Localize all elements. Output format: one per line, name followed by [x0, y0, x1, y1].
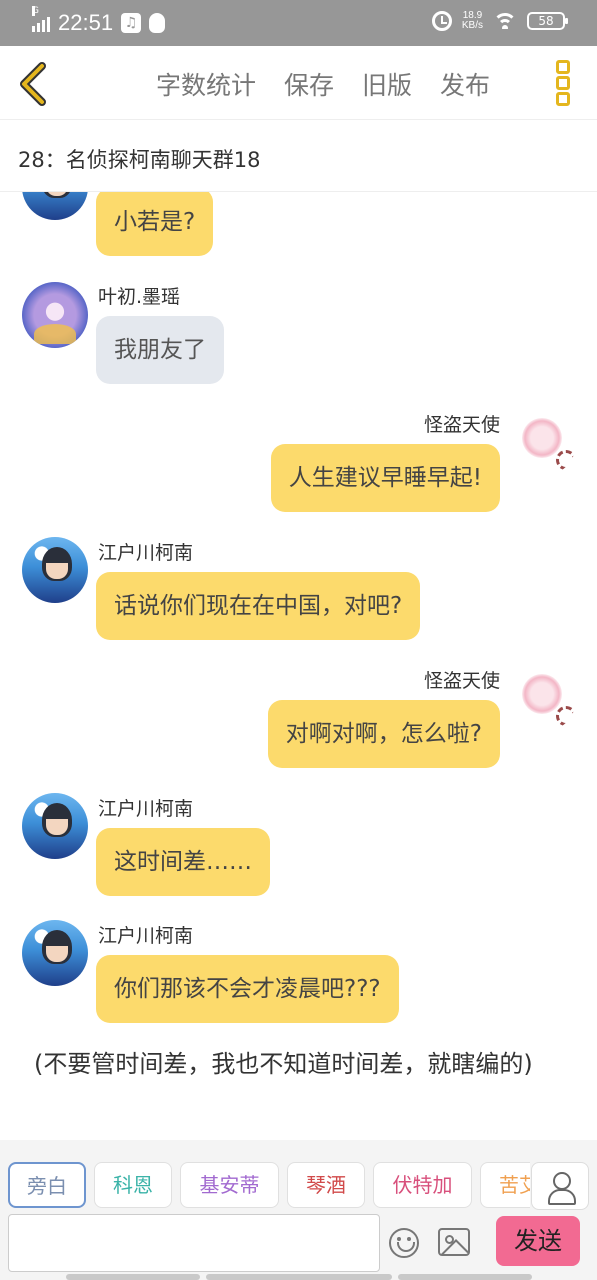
role-vermouth[interactable]: 苦艾	[480, 1162, 530, 1208]
status-right: 18.9 KB/s 58	[431, 10, 568, 31]
sender-name: 江户川柯南	[98, 798, 194, 820]
more-dot-icon	[556, 60, 570, 74]
signal-icon: G	[32, 6, 50, 32]
sender-name: 怪盗天使	[423, 414, 500, 436]
publish-button[interactable]: 发布	[440, 66, 490, 102]
image-icon[interactable]	[438, 1228, 470, 1256]
role-vodka[interactable]: 伏特加	[373, 1162, 472, 1208]
top-toolbar: 字数统计 保存 旧版 发布	[0, 46, 597, 120]
battery-icon: 58	[527, 12, 568, 30]
network-speed: 18.9 KB/s	[461, 10, 483, 31]
emoji-icon[interactable]	[389, 1228, 419, 1258]
nav-indicator	[206, 1274, 392, 1280]
message-bubble[interactable]: 你们那该不会才凌晨吧???	[96, 955, 399, 1023]
message-bubble[interactable]: 人生建议早睡早起!	[270, 444, 500, 512]
person-icon[interactable]	[531, 1162, 589, 1210]
conan-avatar[interactable]	[22, 920, 88, 986]
music-icon: ♫	[121, 13, 142, 33]
more-menu-button[interactable]	[556, 60, 572, 106]
more-dot-icon	[556, 76, 570, 90]
message-bubble[interactable]: 话说你们现在在中国，对吧?	[96, 572, 421, 640]
message-input[interactable]	[8, 1214, 380, 1272]
sender-name: 怪盗天使	[423, 670, 500, 692]
wifi-icon	[493, 13, 517, 29]
sender-name: 江户川柯南	[98, 542, 194, 564]
message-bubble[interactable]: 这时间差……	[96, 828, 270, 896]
chevron-left-icon	[20, 62, 46, 106]
chat-title: 28：名侦探柯南聊天群18	[0, 120, 597, 192]
qq-icon	[149, 13, 166, 33]
kid-avatar[interactable]	[510, 410, 576, 476]
role-narrator[interactable]: 旁白	[8, 1162, 86, 1208]
back-button[interactable]	[14, 62, 54, 106]
kid-avatar[interactable]	[510, 666, 576, 732]
narration-text[interactable]: (不要管时间差，我也不知道时间差，就瞎编的)	[34, 1048, 574, 1080]
role-chianti[interactable]: 基安蒂	[180, 1162, 279, 1208]
input-panel: 旁白 科恩 基安蒂 琴酒 伏特加 苦艾 发送	[0, 1140, 597, 1280]
ye-avatar[interactable]	[22, 282, 88, 348]
role-korn[interactable]: 科恩	[94, 1162, 172, 1208]
alarm-icon	[431, 11, 452, 31]
role-selector: 旁白 科恩 基安蒂 琴酒 伏特加 苦艾	[8, 1162, 530, 1210]
save-button[interactable]: 保存	[284, 66, 334, 102]
nav-indicator	[398, 1274, 532, 1280]
conan-avatar[interactable]	[22, 793, 88, 859]
message-bubble[interactable]: 我朋友了	[96, 316, 224, 384]
more-dot-icon	[556, 92, 570, 106]
status-bar: G 22:51 ♫ 18.9 KB/s 58	[0, 0, 597, 46]
word-count-button[interactable]: 字数统计	[156, 66, 256, 102]
nav-indicator	[66, 1274, 200, 1280]
sender-name: 叶初.墨瑶	[98, 286, 181, 308]
old-version-button[interactable]: 旧版	[362, 66, 412, 102]
send-button[interactable]: 发送	[496, 1216, 580, 1266]
role-gin[interactable]: 琴酒	[287, 1162, 365, 1208]
status-time: 22:51	[58, 10, 114, 35]
network-type: G	[32, 6, 39, 16]
sender-name: 江户川柯南	[98, 925, 194, 947]
conan-avatar[interactable]	[22, 537, 88, 603]
toolbar-actions: 字数统计 保存 旧版 发布	[156, 66, 490, 102]
message-bubble[interactable]: 小若是?	[96, 192, 214, 256]
conan-avatar[interactable]	[22, 192, 88, 220]
chat-area[interactable]: 小若是? 叶初.墨瑶 我朋友了 怪盗天使 人生建议早睡早起! 江户川柯南 话说你…	[0, 192, 597, 1140]
status-left: G 22:51 ♫	[32, 6, 166, 36]
message-bubble[interactable]: 对啊对啊，怎么啦?	[267, 700, 500, 768]
